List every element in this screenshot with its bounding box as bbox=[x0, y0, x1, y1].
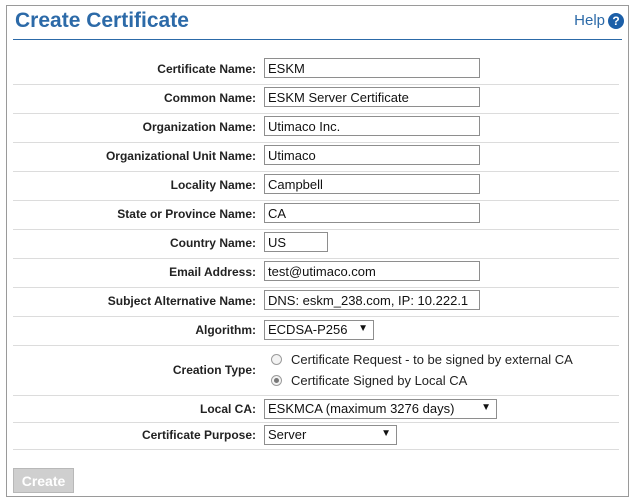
certificate-name-input[interactable]: ESKM bbox=[264, 58, 480, 78]
question-icon[interactable]: ? bbox=[608, 12, 624, 29]
certificate-form: Certificate Name: ESKM Common Name: ESKM… bbox=[13, 56, 619, 450]
creation-type-label: Creation Type: bbox=[172, 363, 256, 377]
country-name-input[interactable]: US bbox=[264, 232, 328, 252]
radio-button-unselected[interactable] bbox=[271, 354, 282, 365]
email-address-label: Email Address: bbox=[169, 265, 256, 279]
country-name-label: Country Name: bbox=[169, 236, 256, 250]
common-name-input[interactable]: ESKM Server Certificate bbox=[264, 87, 480, 107]
dropdown-arrow-icon: ▼ bbox=[381, 428, 391, 439]
radio-label-external-ca: Certificate Request - to be signed by ex… bbox=[291, 352, 573, 367]
row-algorithm: Algorithm: ECDSA-P256 ▼ bbox=[13, 317, 619, 346]
email-address-input[interactable]: test@utimaco.com bbox=[264, 261, 480, 281]
subject-alt-name-input[interactable]: DNS: eskm_238.com, IP: 10.222.1 bbox=[264, 290, 480, 310]
title-divider bbox=[13, 39, 622, 40]
state-name-input[interactable]: CA bbox=[264, 203, 480, 223]
certificate-name-label: Certificate Name: bbox=[157, 62, 256, 76]
local-ca-select[interactable]: ESKMCA (maximum 3276 days) ▼ bbox=[264, 399, 497, 419]
row-organization-name: Organization Name: Utimaco Inc. bbox=[13, 114, 619, 143]
row-subject-alt-name: Subject Alternative Name: DNS: eskm_238.… bbox=[13, 288, 619, 317]
header: Create Certificate Help ? bbox=[7, 6, 628, 40]
row-certificate-purpose: Certificate Purpose: Server ▼ bbox=[13, 423, 619, 450]
row-common-name: Common Name: ESKM Server Certificate bbox=[13, 85, 619, 114]
certificate-purpose-selected: Server bbox=[268, 427, 307, 442]
radio-button-selected[interactable] bbox=[271, 375, 282, 386]
row-state-name: State or Province Name: CA bbox=[13, 201, 619, 230]
organizational-unit-name-label: Organizational Unit Name: bbox=[105, 149, 256, 163]
radio-option-external-ca[interactable]: Certificate Request - to be signed by ex… bbox=[271, 352, 573, 367]
organization-name-input[interactable]: Utimaco Inc. bbox=[264, 116, 480, 136]
row-country-name: Country Name: US bbox=[13, 230, 619, 259]
row-email-address: Email Address: test@utimaco.com bbox=[13, 259, 619, 288]
row-locality-name: Locality Name: Campbell bbox=[13, 172, 619, 201]
row-organizational-unit-name: Organizational Unit Name: Utimaco bbox=[13, 143, 619, 172]
certificate-purpose-select[interactable]: Server ▼ bbox=[264, 425, 397, 445]
dropdown-arrow-icon: ▼ bbox=[481, 402, 491, 413]
organizational-unit-name-input[interactable]: Utimaco bbox=[264, 145, 480, 165]
local-ca-label: Local CA: bbox=[199, 402, 256, 416]
algorithm-label: Algorithm: bbox=[195, 323, 256, 337]
page-title: Create Certificate bbox=[15, 9, 189, 32]
radio-label-local-ca: Certificate Signed by Local CA bbox=[291, 373, 468, 388]
locality-name-label: Locality Name: bbox=[170, 178, 256, 192]
row-creation-type: Creation Type: Certificate Request - to … bbox=[13, 346, 619, 396]
algorithm-selected: ECDSA-P256 bbox=[268, 322, 348, 337]
create-certificate-panel: Create Certificate Help ? Certificate Na… bbox=[6, 5, 629, 497]
algorithm-select[interactable]: ECDSA-P256 ▼ bbox=[264, 320, 374, 340]
row-local-ca: Local CA: ESKMCA (maximum 3276 days) ▼ bbox=[13, 396, 619, 423]
common-name-label: Common Name: bbox=[163, 91, 256, 105]
dropdown-arrow-icon: ▼ bbox=[358, 323, 368, 334]
help-link[interactable]: Help ? bbox=[574, 12, 624, 29]
locality-name-input[interactable]: Campbell bbox=[264, 174, 480, 194]
state-name-label: State or Province Name: bbox=[117, 207, 256, 221]
radio-option-local-ca[interactable]: Certificate Signed by Local CA bbox=[271, 373, 467, 388]
local-ca-selected: ESKMCA (maximum 3276 days) bbox=[268, 401, 455, 416]
create-button[interactable]: Create bbox=[13, 468, 74, 493]
subject-alt-name-label: Subject Alternative Name: bbox=[107, 294, 256, 308]
row-certificate-name: Certificate Name: ESKM bbox=[13, 56, 619, 85]
certificate-purpose-label: Certificate Purpose: bbox=[141, 428, 256, 442]
help-label[interactable]: Help bbox=[574, 12, 605, 29]
organization-name-label: Organization Name: bbox=[142, 120, 256, 134]
